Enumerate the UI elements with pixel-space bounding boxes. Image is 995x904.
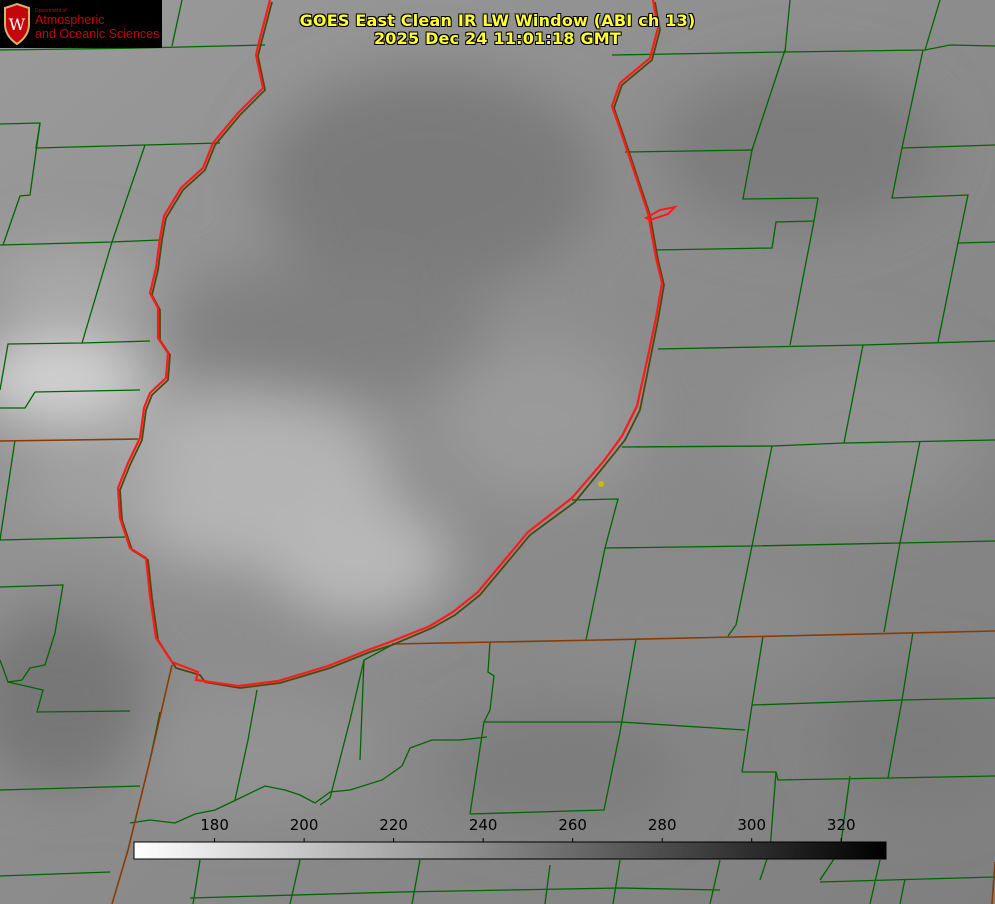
aos-logo: W Department of Atmospheric and Oceanic … [0,0,162,48]
svg-text:W: W [9,15,26,34]
logo-line-2: and Oceanic Sciences [35,27,160,41]
uw-crest-icon: W [4,2,30,46]
satellite-viewer: GOES East Clean IR LW Window (ABI ch 13)… [0,0,995,904]
satellite-map [0,0,995,904]
logo-line-1: Atmospheric [35,13,105,27]
city-marker [598,481,604,487]
title-line-1: GOES East Clean IR LW Window (ABI ch 13) [299,11,696,30]
title-line-2: 2025 Dec 24 11:01:18 GMT [373,29,622,48]
